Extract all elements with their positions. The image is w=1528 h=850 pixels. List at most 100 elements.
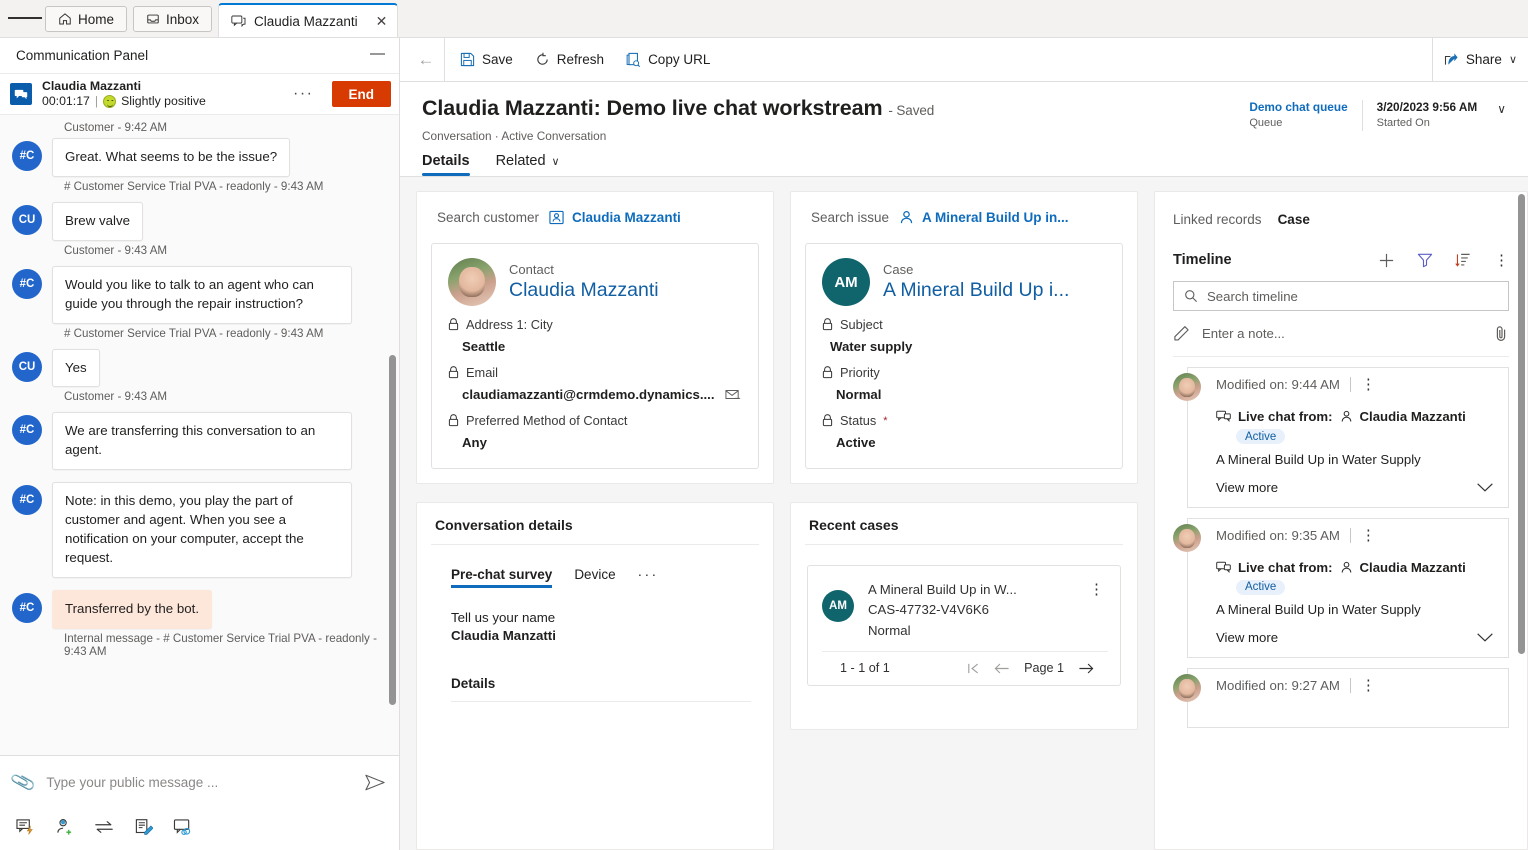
tab-details[interactable]: Details: [422, 153, 470, 176]
timeline-search-input[interactable]: [1207, 288, 1498, 304]
paperclip-icon[interactable]: [1494, 325, 1509, 342]
more-commands-icon[interactable]: ⋮: [1361, 528, 1376, 543]
chat-message: #C Transferred by the bot.: [12, 589, 385, 629]
field-value: Any: [462, 435, 487, 450]
chevron-down-icon[interactable]: ∨: [1509, 53, 1517, 66]
timeline-note-input[interactable]: Enter a note...: [1173, 311, 1509, 357]
recent-case-title: A Mineral Build Up in W...: [868, 582, 1017, 597]
previous-page-icon[interactable]: [994, 662, 1010, 675]
add-record-icon[interactable]: [1378, 252, 1395, 269]
tab-claudia-mazzanti[interactable]: Claudia Mazzanti ✕: [218, 3, 399, 37]
tab-device[interactable]: Device: [574, 567, 615, 588]
close-icon[interactable]: ✕: [376, 14, 388, 28]
copy-url-icon: [626, 52, 641, 67]
field-label: Address 1: City: [448, 317, 742, 332]
contact-name-link[interactable]: Claudia Mazzanti: [509, 278, 742, 302]
transcript-scrollbar[interactable]: [389, 355, 396, 705]
record-saved-state: - Saved: [888, 103, 935, 118]
linked-records-value[interactable]: Case: [1278, 212, 1310, 227]
chevron-down-icon[interactable]: ∨: [552, 155, 560, 168]
timeline-modified-on: Modified on: 9:27 AM: [1216, 678, 1351, 693]
linked-conversation-icon[interactable]: [173, 818, 193, 836]
filter-icon[interactable]: [1417, 252, 1433, 268]
timeline-item[interactable]: Modified on: 9:27 AM ⋮: [1155, 658, 1527, 728]
consult-icon[interactable]: [55, 818, 74, 836]
column-customer: Search customer Claudia Mazzanti Contact…: [416, 191, 774, 850]
search-customer-value[interactable]: Claudia Mazzanti: [549, 210, 681, 225]
timeline-item[interactable]: Modified on: 9:35 AM ⋮ Live chat from: C…: [1155, 508, 1527, 658]
page-title: Claudia Mazzanti: Demo live chat workstr…: [422, 96, 1235, 121]
tab-pre-chat-survey[interactable]: Pre-chat survey: [451, 567, 553, 588]
timeline-item-header: Modified on: 9:27 AM ⋮: [1216, 678, 1494, 693]
email-icon[interactable]: [724, 388, 741, 401]
composer-tools: [0, 808, 399, 850]
back-arrow-icon[interactable]: ←: [408, 38, 444, 82]
avatar: [1173, 674, 1201, 702]
timeline-scrollbar[interactable]: [1518, 194, 1525, 654]
chat-transcript[interactable]: Customer - 9:42 AM #C Great. What seems …: [0, 115, 399, 755]
next-page-icon[interactable]: [1078, 662, 1094, 675]
more-commands-icon[interactable]: ⋮: [1361, 377, 1376, 392]
case-entity-card: AM Case A Mineral Build Up i... Subject …: [805, 243, 1123, 469]
more-commands-icon[interactable]: ⋮: [1494, 251, 1509, 269]
notes-icon[interactable]: [134, 818, 153, 836]
message-meta: Customer - 9:42 AM: [64, 121, 168, 134]
tab-home[interactable]: Home: [45, 6, 128, 32]
session-subline: 00:01:17 | Slightly positive: [42, 94, 275, 109]
conversation-details-card: Conversation details Pre-chat survey Dev…: [416, 502, 774, 850]
command-bar: ← Save Refresh Copy URL Share ∨: [400, 37, 1528, 82]
timeline-subject-prefix: Live chat from:: [1238, 559, 1333, 575]
search-issue-value[interactable]: A Mineral Build Up in...: [899, 210, 1069, 225]
chevron-down-icon[interactable]: [1476, 632, 1494, 643]
case-name-link[interactable]: A Mineral Build Up i...: [883, 278, 1106, 302]
field-label-text: Status: [840, 413, 877, 428]
timeline-search[interactable]: [1173, 281, 1509, 311]
message-composer: 📎: [0, 755, 399, 850]
field-label: Priority: [822, 365, 1106, 380]
breadcrumb: Conversation · Active Conversation: [422, 129, 607, 143]
paperclip-icon[interactable]: 📎: [9, 768, 37, 795]
field-label: Status *: [822, 413, 1106, 428]
timeline-item-card: Modified on: 9:35 AM ⋮ Live chat from: C…: [1187, 517, 1509, 658]
share-button[interactable]: Share ∨: [1433, 38, 1528, 82]
tab-inbox[interactable]: Inbox: [133, 6, 213, 32]
timeline-item[interactable]: Modified on: 9:44 AM ⋮ Live chat from: C…: [1155, 357, 1527, 508]
timeline-card: Linked records Case Timeline ⋮ Search ti…: [1154, 191, 1528, 850]
minimize-icon[interactable]: —: [370, 46, 385, 66]
smiley-icon: [103, 95, 117, 109]
chevron-down-icon[interactable]: [1476, 482, 1494, 493]
header-chevron-down-icon[interactable]: ∨: [1491, 100, 1510, 116]
message-input[interactable]: [46, 774, 353, 790]
header-field-queue-value[interactable]: Demo chat queue: [1249, 100, 1347, 116]
timeline-view-more[interactable]: View more: [1216, 480, 1494, 495]
quick-reply-icon[interactable]: [16, 818, 35, 836]
save-button[interactable]: Save: [449, 38, 524, 82]
save-icon: [460, 52, 475, 67]
search-customer-name: Claudia Mazzanti: [572, 210, 681, 225]
tab-overflow-button[interactable]: ···: [638, 567, 659, 588]
required-indicator: *: [883, 414, 888, 427]
timeline-item-header: Modified on: 9:44 AM ⋮: [1216, 377, 1494, 392]
send-icon[interactable]: [365, 774, 385, 791]
transfer-icon[interactable]: [94, 819, 114, 835]
first-page-icon[interactable]: [966, 662, 980, 675]
avatar: [1173, 523, 1201, 552]
tab-related[interactable]: Related ∨: [496, 153, 560, 176]
chat-message: #C We are transferring this conversation…: [12, 412, 385, 471]
more-commands-icon[interactable]: ⋮: [1085, 580, 1108, 599]
refresh-button[interactable]: Refresh: [524, 38, 615, 82]
tab-home-label: Home: [78, 11, 115, 27]
copy-url-button[interactable]: Copy URL: [615, 38, 721, 82]
search-issue-row: Search issue A Mineral Build Up in...: [791, 210, 1137, 243]
end-conversation-button[interactable]: End: [331, 81, 391, 107]
more-commands-icon[interactable]: ⋮: [1361, 678, 1376, 693]
session-overflow-button[interactable]: ···: [285, 85, 321, 103]
header-field-started-on-value: 3/20/2023 9:56 AM: [1376, 100, 1478, 114]
recent-case-item[interactable]: AM A Mineral Build Up in W... CAS-47732-…: [807, 565, 1121, 687]
message-bubble: Yes: [52, 348, 100, 388]
message-meta: # Customer Service Trial PVA - readonly …: [64, 326, 324, 340]
header-field-queue[interactable]: Demo chat queue Queue: [1235, 100, 1361, 131]
sort-icon[interactable]: [1455, 252, 1472, 269]
timeline-view-more[interactable]: View more: [1216, 630, 1494, 645]
hamburger-icon[interactable]: [8, 0, 42, 37]
